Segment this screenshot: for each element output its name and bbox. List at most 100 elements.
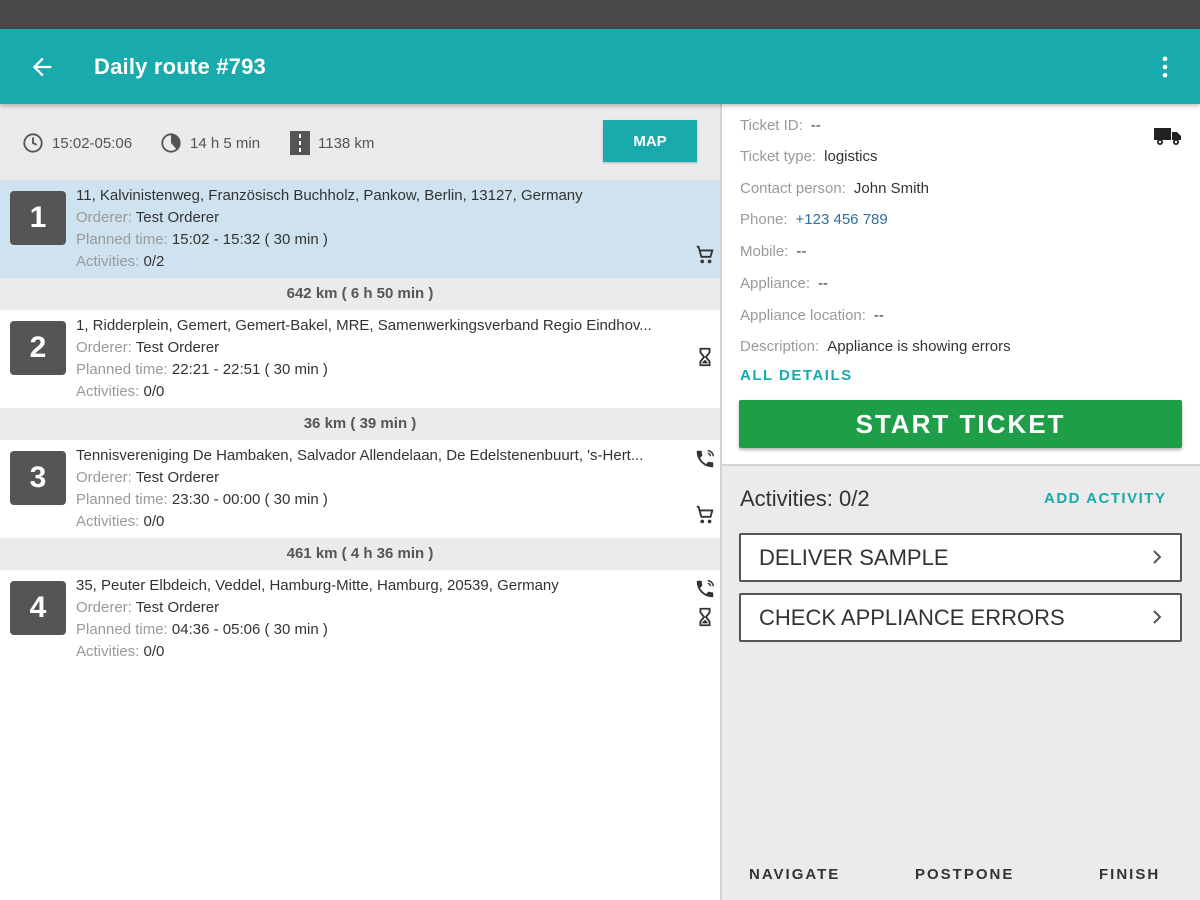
ticket-id-label: Ticket ID: bbox=[740, 117, 803, 134]
page-title: Daily route #793 bbox=[94, 54, 266, 79]
description-value: Appliance is showing errors bbox=[827, 338, 1011, 355]
back-arrow-icon[interactable] bbox=[28, 53, 56, 81]
stop-address: 11, Kalvinistenweg, Französisch Buchholz… bbox=[76, 187, 583, 204]
orderer-value: Test Orderer bbox=[135, 599, 220, 616]
planned-time-label: Planned time: bbox=[76, 361, 168, 378]
planned-time-value: 22:21 - 22:51 ( 30 min ) bbox=[171, 361, 328, 378]
stop-item-3[interactable]: 3 Tennisvereniging De Hambaken, Salvador… bbox=[0, 440, 720, 538]
appliance-location-label: Appliance location: bbox=[740, 307, 866, 324]
duration-text: 14 h 5 min bbox=[190, 134, 261, 152]
ticket-pane: Ticket ID: -- Ticket type: logistics Conta… bbox=[722, 104, 1200, 900]
orderer-value: Test Orderer bbox=[135, 339, 220, 356]
ticket-type-value: logistics bbox=[824, 148, 878, 165]
orderer-label: Orderer: bbox=[76, 599, 132, 616]
contact-value: John Smith bbox=[853, 180, 929, 197]
stop-address: 1, Ridderplein, Gemert, Gemert-Bakel, MR… bbox=[76, 317, 652, 334]
mobile-row: Mobile: -- bbox=[740, 243, 806, 260]
stop-planned-time: Planned time: 22:21 - 22:51 ( 30 min ) bbox=[76, 361, 328, 378]
activity-item-label: CHECK APPLIANCE ERRORS bbox=[759, 605, 1065, 630]
road-icon bbox=[290, 131, 310, 155]
stop-item-4[interactable]: 4 35, Peuter Elbdeich, Veddel, Hamburg-M… bbox=[0, 570, 720, 668]
leg-distance-3: 461 km ( 4 h 36 min ) bbox=[0, 538, 720, 570]
time-range-text: 15:02-05:06 bbox=[52, 134, 133, 152]
appliance-location-value: -- bbox=[873, 307, 884, 324]
timer-icon bbox=[161, 133, 181, 153]
ticket-id-value: -- bbox=[810, 117, 821, 134]
stop-orderer: Orderer: Test Orderer bbox=[76, 209, 219, 226]
app-bar: Daily route #793 bbox=[0, 29, 1200, 104]
stop-planned-time: Planned time: 04:36 - 05:06 ( 30 min ) bbox=[76, 621, 328, 638]
leg-distance-1: 642 km ( 6 h 50 min ) bbox=[0, 278, 720, 310]
planned-time-label: Planned time: bbox=[76, 621, 168, 638]
route-time-range: 15:02-05:06 bbox=[22, 130, 132, 156]
planned-time-label: Planned time: bbox=[76, 491, 168, 508]
ticket-type-row: Ticket type: logistics bbox=[740, 148, 878, 165]
stop-number: 1 bbox=[10, 191, 66, 245]
phone-row: Phone: +123 456 789 bbox=[740, 211, 888, 228]
description-label: Description: bbox=[740, 338, 820, 355]
ticket-type-label: Ticket type: bbox=[740, 148, 817, 165]
route-summary: 15:02-05:06 14 h 5 min 1138 km MAP bbox=[0, 104, 720, 180]
stop-orderer: Orderer: Test Orderer bbox=[76, 599, 219, 616]
chevron-right-icon bbox=[1153, 550, 1162, 564]
activities-label: Activities: bbox=[76, 513, 140, 530]
appliance-row: Appliance: -- bbox=[740, 275, 828, 292]
planned-time-value: 04:36 - 05:06 ( 30 min ) bbox=[171, 621, 328, 638]
ticket-info: Ticket ID: -- Ticket type: logistics Conta… bbox=[722, 104, 1200, 464]
appliance-value: -- bbox=[818, 275, 829, 292]
activity-item-check-appliance-errors[interactable]: CHECK APPLIANCE ERRORS bbox=[739, 593, 1182, 642]
add-activity-button[interactable]: ADD ACTIVITY bbox=[1044, 490, 1166, 507]
navigate-button[interactable]: NAVIGATE bbox=[749, 866, 840, 883]
ticket-id-row: Ticket ID: -- bbox=[740, 117, 821, 134]
map-button[interactable]: MAP bbox=[603, 120, 697, 162]
route-pane: 15:02-05:06 14 h 5 min 1138 km MAP 1 11,… bbox=[0, 104, 720, 900]
activities-value: 0/0 bbox=[143, 643, 165, 660]
stop-activities: Activities: 0/2 bbox=[76, 253, 164, 270]
phone-icon bbox=[696, 450, 714, 468]
activity-item-label: DELIVER SAMPLE bbox=[759, 545, 949, 570]
stop-number: 4 bbox=[10, 581, 66, 635]
stop-item-2[interactable]: 2 1, Ridderplein, Gemert, Gemert-Bakel, … bbox=[0, 310, 720, 408]
orderer-label: Orderer: bbox=[76, 209, 132, 226]
stop-orderer: Orderer: Test Orderer bbox=[76, 339, 219, 356]
cart-icon bbox=[696, 245, 714, 264]
stop-number: 3 bbox=[10, 451, 66, 505]
activities-label: Activities: bbox=[76, 643, 140, 660]
hourglass-icon bbox=[699, 607, 711, 627]
stop-planned-time: Planned time: 23:30 - 00:00 ( 30 min ) bbox=[76, 491, 328, 508]
postpone-button[interactable]: POSTPONE bbox=[915, 866, 1014, 883]
phone-link[interactable]: +123 456 789 bbox=[796, 211, 888, 228]
activities-title: Activities: 0/2 bbox=[740, 486, 870, 511]
more-vert-icon[interactable] bbox=[1150, 53, 1180, 81]
route-duration: 14 h 5 min bbox=[160, 130, 260, 156]
mobile-value: -- bbox=[796, 243, 807, 260]
chevron-right-icon bbox=[1153, 610, 1162, 624]
orderer-value: Test Orderer bbox=[135, 469, 220, 486]
stop-address: Tennisvereniging De Hambaken, Salvador A… bbox=[76, 447, 644, 464]
distance-text: 1138 km bbox=[318, 134, 375, 152]
activity-item-deliver-sample[interactable]: DELIVER SAMPLE bbox=[739, 533, 1182, 582]
activities-value: 0/0 bbox=[143, 383, 165, 400]
stop-activities: Activities: 0/0 bbox=[76, 513, 164, 530]
clock-icon bbox=[23, 133, 43, 153]
mobile-label: Mobile: bbox=[740, 243, 789, 260]
start-ticket-button[interactable]: START TICKET bbox=[739, 400, 1182, 448]
appliance-location-row: Appliance location: -- bbox=[740, 307, 884, 324]
description-row: Description: Appliance is showing errors bbox=[740, 338, 1011, 355]
finish-button[interactable]: FINISH bbox=[1099, 866, 1160, 883]
leg-distance-2: 36 km ( 39 min ) bbox=[0, 408, 720, 440]
activities-label: Activities: bbox=[76, 383, 140, 400]
truck-icon bbox=[1154, 128, 1181, 145]
stop-item-1[interactable]: 1 11, Kalvinistenweg, Französisch Buchho… bbox=[0, 180, 720, 278]
planned-time-value: 15:02 - 15:32 ( 30 min ) bbox=[171, 231, 328, 248]
planned-time-label: Planned time: bbox=[76, 231, 168, 248]
all-details-link[interactable]: ALL DETAILS bbox=[740, 367, 853, 384]
appliance-label: Appliance: bbox=[740, 275, 811, 292]
orderer-label: Orderer: bbox=[76, 339, 132, 356]
route-distance: 1138 km bbox=[290, 130, 374, 156]
orderer-value: Test Orderer bbox=[135, 209, 220, 226]
cart-icon bbox=[696, 505, 714, 524]
activities-value: 0/2 bbox=[143, 253, 165, 270]
activities-panel: Activities: 0/2 ADD ACTIVITY DELIVER SAM… bbox=[722, 464, 1200, 900]
status-bar bbox=[0, 0, 1200, 29]
